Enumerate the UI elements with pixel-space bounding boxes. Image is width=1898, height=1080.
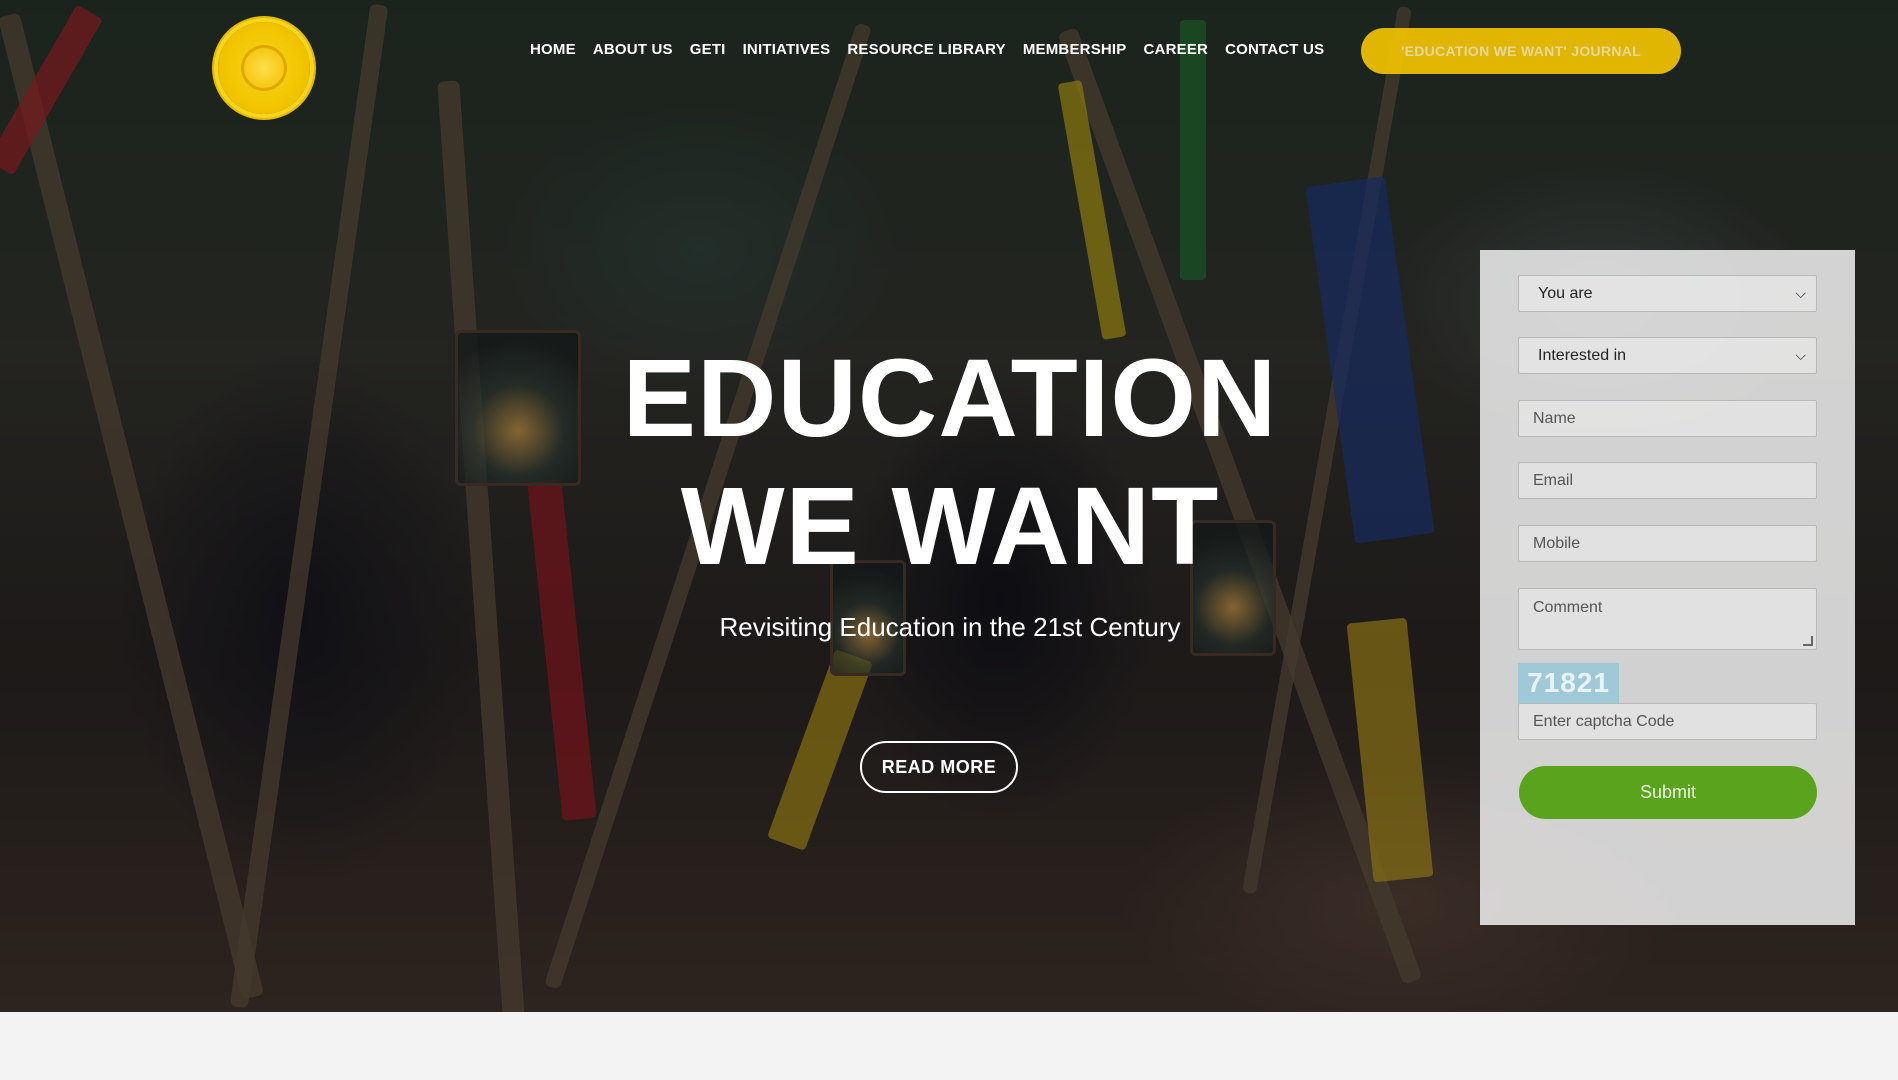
chevron-down-icon: ⌵ xyxy=(1795,285,1806,301)
mobile-input[interactable]: Mobile xyxy=(1518,525,1817,562)
email-input[interactable]: Email xyxy=(1518,462,1817,499)
comment-textarea[interactable]: Comment xyxy=(1518,588,1817,650)
page-bottom-band xyxy=(0,1012,1898,1080)
main-nav: HOME ABOUT US GETI INITIATIVES RESOURCE … xyxy=(530,38,1341,62)
captcha-input-placeholder: Enter captcha Code xyxy=(1533,712,1675,730)
hero-title-line2: WE WANT xyxy=(680,465,1220,588)
email-input-placeholder: Email xyxy=(1533,471,1574,489)
resize-handle-icon[interactable] xyxy=(1803,636,1813,646)
read-more-button[interactable]: READ MORE xyxy=(860,741,1018,793)
nav-resource-library[interactable]: RESOURCE LIBRARY xyxy=(847,38,1006,62)
comment-textarea-placeholder: Comment xyxy=(1533,599,1603,616)
submit-button[interactable]: Submit xyxy=(1519,766,1817,819)
you-are-select-value: You are xyxy=(1538,284,1593,302)
captcha-image: 71821 xyxy=(1518,663,1619,703)
chevron-down-icon: ⌵ xyxy=(1795,347,1806,363)
hero-title: EDUCATION WE WANT xyxy=(560,335,1340,591)
nav-about-us[interactable]: ABOUT US xyxy=(593,38,673,62)
journal-button[interactable]: 'EDUCATION WE WANT' JOURNAL xyxy=(1361,28,1681,74)
hero-subtitle: Revisiting Education in the 21st Century xyxy=(719,612,1181,642)
site-logo[interactable] xyxy=(218,22,310,114)
name-input[interactable]: Name xyxy=(1518,400,1817,437)
name-input-placeholder: Name xyxy=(1533,409,1576,427)
nav-contact-us[interactable]: CONTACT US xyxy=(1225,38,1324,62)
globe-icon xyxy=(241,45,287,91)
enquiry-form: You are ⌵ Interested in ⌵ Name Email Mob… xyxy=(1480,250,1855,925)
captcha-input[interactable]: Enter captcha Code xyxy=(1518,703,1817,740)
nav-geti[interactable]: GETI xyxy=(690,38,726,62)
nav-home[interactable]: HOME xyxy=(530,38,576,62)
mobile-input-placeholder: Mobile xyxy=(1533,534,1581,552)
nav-career[interactable]: CAREER xyxy=(1144,38,1209,62)
you-are-select[interactable]: You are ⌵ xyxy=(1518,275,1817,312)
hero-title-line1: EDUCATION xyxy=(622,337,1278,460)
interested-in-select-value: Interested in xyxy=(1538,346,1627,364)
interested-in-select[interactable]: Interested in ⌵ xyxy=(1518,337,1817,374)
nav-membership[interactable]: MEMBERSHIP xyxy=(1023,38,1127,62)
nav-initiatives[interactable]: INITIATIVES xyxy=(743,38,831,62)
